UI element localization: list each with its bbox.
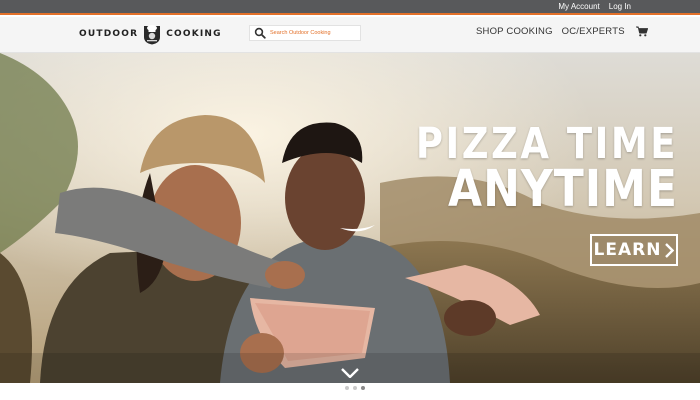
carousel-dot[interactable] (353, 386, 357, 390)
site-header: OUTDOOR COOKING SHOP COOKING OC/EXPERTS (0, 17, 700, 53)
headline-line-2: ANYTIME (448, 160, 678, 219)
my-account-link[interactable]: My Account (558, 2, 599, 12)
hero-banner: PIZZA TIME ANYTIME LEARN (0, 53, 700, 383)
search-icon[interactable] (254, 27, 266, 39)
nav-oc-experts-suffix: EXPERTS (579, 26, 625, 37)
cart-icon[interactable] (635, 26, 648, 37)
log-in-link[interactable]: Log In (609, 2, 631, 12)
utility-bar: My Account Log In (0, 0, 700, 15)
nav-oc-experts[interactable]: OC/EXPERTS (562, 26, 625, 37)
chef-badge-icon (144, 25, 161, 45)
carousel-dots (345, 386, 365, 390)
nav-shop-cooking[interactable]: SHOP COOKING (476, 26, 553, 37)
learn-button-label: LEARN (593, 240, 662, 260)
logo-text-left: OUTDOOR (79, 29, 139, 39)
carousel-dot-active[interactable] (361, 386, 365, 390)
search-box (249, 25, 361, 41)
learn-button[interactable]: LEARN (590, 234, 678, 266)
main-nav: SHOP COOKING OC/EXPERTS (476, 26, 648, 37)
account-links: My Account Log In (558, 2, 631, 12)
headline-line-1: PIZZA TIME (415, 118, 678, 169)
search-input[interactable] (270, 27, 358, 39)
carousel-dot[interactable] (345, 386, 349, 390)
nav-oc-experts-prefix: OC/ (561, 26, 580, 37)
logo-text-right: COOKING (166, 29, 222, 39)
chevron-right-icon (665, 242, 675, 258)
chevron-down-icon[interactable] (341, 368, 359, 378)
hero-headline: PIZZA TIME ANYTIME (415, 118, 678, 215)
site-logo[interactable]: OUTDOOR COOKING (79, 22, 222, 46)
